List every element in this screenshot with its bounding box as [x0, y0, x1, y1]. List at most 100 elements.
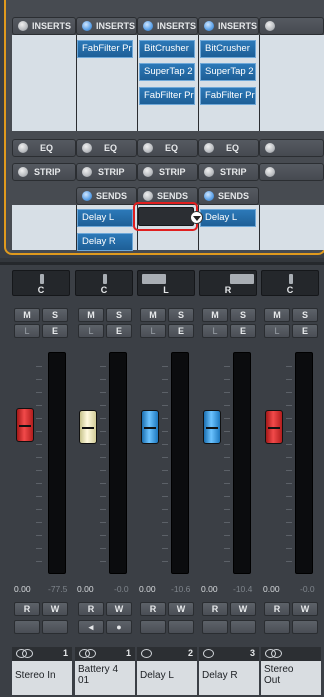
insert-slot[interactable]: BitCrusher — [139, 40, 195, 58]
insert-slot[interactable]: FabFilter Pr — [77, 40, 133, 58]
mute-button[interactable]: M — [14, 308, 40, 322]
read-automation-button[interactable]: R — [202, 602, 228, 616]
power-icon[interactable] — [265, 143, 275, 153]
power-icon[interactable] — [18, 167, 28, 177]
power-icon[interactable] — [204, 191, 214, 201]
sends-header-2[interactable]: SENDS — [76, 187, 137, 205]
write-automation-button[interactable]: W — [42, 602, 68, 616]
power-icon[interactable] — [265, 21, 275, 31]
record-enable-button[interactable]: ● — [106, 620, 132, 634]
insert-slot[interactable]: FabFilter Pr — [139, 87, 195, 105]
channel-name-field-5[interactable]: Stereo Out — [261, 661, 321, 695]
mute-button[interactable]: M — [202, 308, 228, 322]
volume-fader[interactable] — [79, 410, 97, 444]
strip-header-4[interactable]: STRIP — [198, 163, 259, 181]
power-icon[interactable] — [204, 21, 214, 31]
read-automation-button[interactable]: R — [140, 602, 166, 616]
pan-control[interactable]: L — [137, 270, 195, 296]
inserts-header-1[interactable]: INSERTS — [12, 17, 76, 35]
read-automation-button[interactable]: R — [78, 602, 104, 616]
eq-header-1[interactable]: EQ — [12, 139, 76, 157]
volume-fader[interactable] — [141, 410, 159, 444]
write-automation-button[interactable]: W — [292, 602, 318, 616]
write-automation-button[interactable]: W — [106, 602, 132, 616]
inserts-header-5[interactable] — [259, 17, 324, 35]
power-icon[interactable] — [82, 167, 92, 177]
inserts-header-3[interactable]: INSERTS — [137, 17, 198, 35]
read-automation-button[interactable]: R — [14, 602, 40, 616]
listen-button[interactable]: L — [202, 324, 228, 338]
eq-header-4[interactable]: EQ — [198, 139, 259, 157]
solo-button[interactable]: S — [292, 308, 318, 322]
power-icon[interactable] — [143, 167, 153, 177]
strip-header-5[interactable] — [259, 163, 324, 181]
listen-button[interactable]: L — [140, 324, 166, 338]
write-automation-button[interactable]: W — [230, 602, 256, 616]
insert-slot[interactable]: BitCrusher — [200, 40, 256, 58]
power-icon[interactable] — [82, 21, 92, 31]
eq-header-5[interactable] — [259, 139, 324, 157]
empty-button[interactable] — [292, 620, 318, 634]
inserts-header-4[interactable]: INSERTS — [198, 17, 259, 35]
volume-fader[interactable] — [16, 408, 34, 442]
volume-fader[interactable] — [203, 410, 221, 444]
channel-name-field-1[interactable]: Stereo In — [12, 661, 72, 695]
edit-button[interactable]: E — [42, 324, 68, 338]
power-icon[interactable] — [143, 21, 153, 31]
channel-name-field-2[interactable]: Battery 4 01 — [75, 661, 135, 695]
empty-button[interactable] — [264, 620, 290, 634]
pan-control[interactable]: C — [75, 270, 133, 296]
empty-button[interactable] — [230, 620, 256, 634]
power-icon[interactable] — [143, 191, 153, 201]
empty-button[interactable] — [140, 620, 166, 634]
monitor-button[interactable]: ◂ — [78, 620, 104, 634]
pan-control[interactable]: R — [199, 270, 257, 296]
pan-control[interactable]: C — [12, 270, 70, 296]
mute-button[interactable]: M — [140, 308, 166, 322]
power-icon[interactable] — [204, 167, 214, 177]
listen-button[interactable]: L — [14, 324, 40, 338]
mute-button[interactable]: M — [78, 308, 104, 322]
eq-header-3[interactable]: EQ — [137, 139, 198, 157]
empty-button[interactable] — [14, 620, 40, 634]
read-automation-button[interactable]: R — [264, 602, 290, 616]
solo-button[interactable]: S — [168, 308, 194, 322]
power-icon[interactable] — [204, 143, 214, 153]
send-slot[interactable]: Delay R — [77, 233, 133, 251]
strip-header-1[interactable]: STRIP — [12, 163, 76, 181]
inserts-header-2[interactable]: INSERTS — [76, 17, 137, 35]
edit-button[interactable]: E — [292, 324, 318, 338]
volume-fader[interactable] — [265, 410, 283, 444]
edit-button[interactable]: E — [168, 324, 194, 338]
power-icon[interactable] — [18, 21, 28, 31]
power-icon[interactable] — [18, 143, 28, 153]
empty-button[interactable] — [202, 620, 228, 634]
insert-slot[interactable]: SuperTap 2 — [139, 63, 195, 81]
empty-button[interactable] — [168, 620, 194, 634]
pan-control[interactable]: C — [261, 270, 319, 296]
power-icon[interactable] — [82, 143, 92, 153]
listen-button[interactable]: L — [264, 324, 290, 338]
strip-header-3[interactable]: STRIP — [137, 163, 198, 181]
power-icon[interactable] — [143, 143, 153, 153]
eq-header-2[interactable]: EQ — [76, 139, 137, 157]
solo-button[interactable]: S — [230, 308, 256, 322]
empty-button[interactable] — [42, 620, 68, 634]
insert-slot[interactable]: SuperTap 2 — [200, 63, 256, 81]
power-icon[interactable] — [265, 167, 275, 177]
channel-name-field-4[interactable]: Delay R — [199, 661, 259, 695]
insert-slot[interactable]: FabFilter Pr — [200, 87, 256, 105]
edit-button[interactable]: E — [106, 324, 132, 338]
write-automation-button[interactable]: W — [168, 602, 194, 616]
send-slot[interactable]: Delay L — [77, 209, 133, 227]
channel-name-field-3[interactable]: Delay L — [137, 661, 197, 695]
send-slot[interactable]: Delay L — [200, 209, 256, 227]
empty-send-slot[interactable] — [138, 207, 194, 226]
solo-button[interactable]: S — [106, 308, 132, 322]
edit-button[interactable]: E — [230, 324, 256, 338]
mute-button[interactable]: M — [264, 308, 290, 322]
sends-header-4[interactable]: SENDS — [198, 187, 259, 205]
power-icon[interactable] — [82, 191, 92, 201]
strip-header-2[interactable]: STRIP — [76, 163, 137, 181]
solo-button[interactable]: S — [42, 308, 68, 322]
